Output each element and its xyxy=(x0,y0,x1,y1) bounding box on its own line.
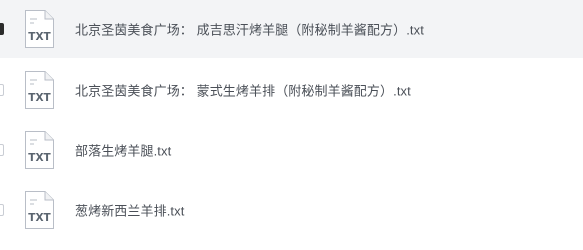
txt-file-icon: TXT xyxy=(22,190,56,230)
txt-file-icon: TXT xyxy=(22,9,56,49)
row-checkbox[interactable] xyxy=(0,144,4,156)
file-row[interactable]: TXT 北京圣茵美食广场： 蒙式生烤羊排（附秘制羊酱配方）.txt xyxy=(0,61,583,119)
file-type-label: TXT xyxy=(28,152,51,164)
txt-file-icon: TXT xyxy=(22,130,56,170)
file-row[interactable]: TXT 葱烤新西兰羊排.txt xyxy=(0,181,583,239)
file-name[interactable]: 部落生烤羊腿.txt xyxy=(75,141,171,160)
file-type-label: TXT xyxy=(28,212,51,224)
file-list: TXT 北京圣茵美食广场： 成吉思汗烤羊腿（附秘制羊酱配方）.txt TXT 北… xyxy=(0,0,583,250)
file-type-label: TXT xyxy=(28,92,51,104)
file-name[interactable]: 北京圣茵美食广场： 蒙式生烤羊排（附秘制羊酱配方）.txt xyxy=(75,81,411,100)
file-name[interactable]: 葱烤新西兰羊排.txt xyxy=(75,201,184,220)
file-name[interactable]: 北京圣茵美食广场： 成吉思汗烤羊腿（附秘制羊酱配方）.txt xyxy=(75,20,424,39)
file-row[interactable]: TXT 部落生烤羊腿.txt xyxy=(0,121,583,179)
row-checkbox[interactable] xyxy=(0,84,4,96)
row-checkbox[interactable] xyxy=(0,23,4,35)
txt-file-icon: TXT xyxy=(22,70,56,110)
row-checkbox[interactable] xyxy=(0,204,4,216)
file-type-label: TXT xyxy=(28,31,51,43)
file-row[interactable]: TXT 北京圣茵美食广场： 成吉思汗烤羊腿（附秘制羊酱配方）.txt xyxy=(0,0,583,58)
